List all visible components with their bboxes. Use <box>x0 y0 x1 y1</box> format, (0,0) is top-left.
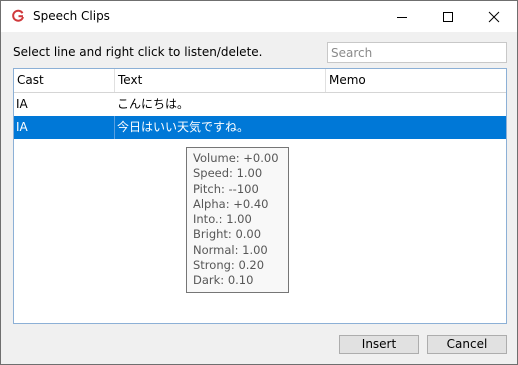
tooltip-into: Into.: 1.00 <box>193 212 252 227</box>
tooltip-bright: Bright: 0.00 <box>193 227 262 242</box>
minimize-button[interactable] <box>379 1 425 32</box>
tooltip-strong: Strong: 0.20 <box>193 258 265 273</box>
tooltip-alpha: Alpha: +0.40 <box>193 196 269 211</box>
table-row[interactable]: IA こんにちは。 <box>14 93 506 116</box>
instruction-text: Select line and right click to listen/de… <box>13 45 263 59</box>
title-bar[interactable]: Speech Clips <box>1 1 517 32</box>
memo-cell[interactable] <box>326 93 506 116</box>
tooltip-dark: Dark: 0.10 <box>193 273 254 288</box>
insert-button[interactable]: Insert <box>339 335 419 354</box>
column-header-text[interactable]: Text <box>115 69 326 92</box>
window-title: Speech Clips <box>33 9 110 23</box>
table-row-selected[interactable]: IA 今日はいい天気ですね。 <box>14 116 506 139</box>
tooltip-normal: Normal: 1.00 <box>193 242 268 257</box>
tooltip-volume: Volume: +0.00 <box>193 151 279 165</box>
search-input[interactable] <box>327 42 507 63</box>
tooltip-speed: Speed: 1.00 <box>193 166 263 181</box>
close-button[interactable] <box>471 1 517 32</box>
column-header-cast[interactable]: Cast <box>14 69 115 92</box>
app-icon <box>11 9 25 23</box>
speech-clips-dialog: Speech Clips Select line and right click… <box>0 0 518 365</box>
text-cell[interactable]: 今日はいい天気ですね。 <box>115 116 326 139</box>
maximize-icon <box>443 12 453 22</box>
cast-cell[interactable]: IA <box>14 93 115 116</box>
memo-cell[interactable] <box>326 116 506 139</box>
minimize-icon <box>397 17 407 18</box>
maximize-button[interactable] <box>425 1 471 32</box>
text-cell[interactable]: こんにちは。 <box>115 93 326 116</box>
close-icon <box>488 11 500 23</box>
column-header-memo[interactable]: Memo <box>326 69 506 92</box>
voice-parameters-tooltip: Volume: +0.00 Speed: 1.00 Pitch: --100 A… <box>186 147 289 293</box>
cast-cell[interactable]: IA <box>14 116 115 139</box>
tooltip-pitch: Pitch: --100 <box>193 181 259 196</box>
cancel-button[interactable]: Cancel <box>427 335 507 354</box>
table-header: Cast Text Memo <box>14 69 506 93</box>
